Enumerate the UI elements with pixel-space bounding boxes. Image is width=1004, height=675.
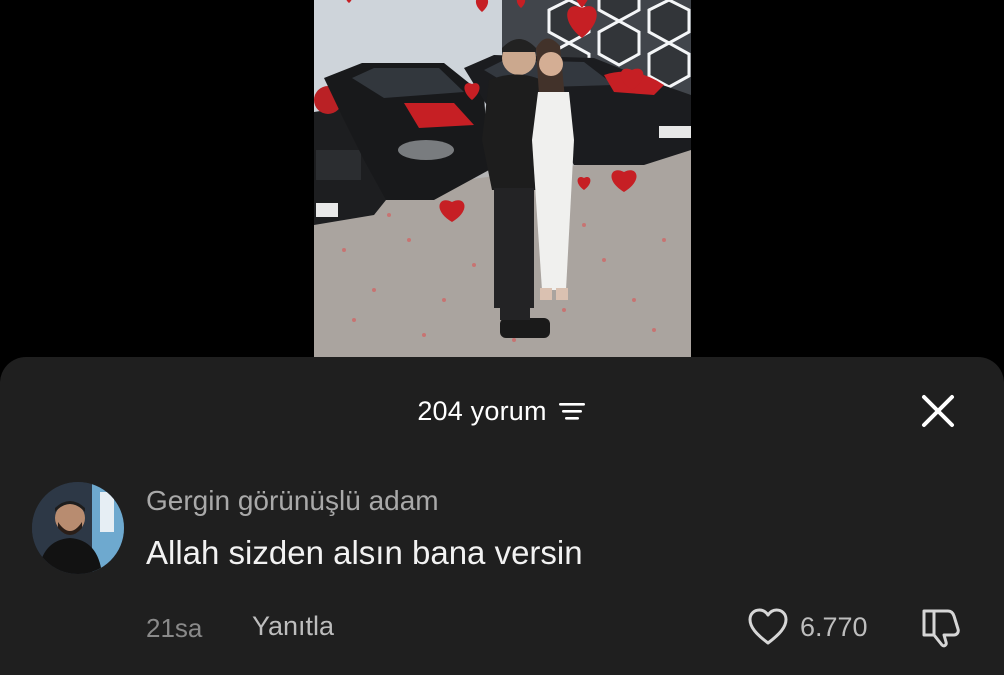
reply-button[interactable]: Yanıtla <box>252 611 334 642</box>
avatar[interactable] <box>32 482 124 574</box>
like-count: 6.770 <box>800 611 868 642</box>
like-button[interactable]: 6.770 <box>746 605 868 649</box>
comment-count-title: 204 yorum <box>417 395 547 426</box>
video-area[interactable] <box>0 0 1004 370</box>
close-x-icon <box>922 395 954 427</box>
comment-item: Gergin görünüşlü adam Allah sizden alsın… <box>0 479 1004 659</box>
comments-sheet: 204 yorum Gergin görünüşlü adam Allah si… <box>0 357 1004 675</box>
dislike-button[interactable] <box>918 605 964 649</box>
comment-timestamp: 21sa <box>146 613 203 643</box>
heart-outline-icon <box>748 608 788 645</box>
avatar-image <box>32 482 124 574</box>
filter-lines-icon[interactable] <box>557 400 587 422</box>
comment-text: Allah sizden alsın bana versin <box>146 534 583 571</box>
thumbs-down-icon <box>922 609 960 648</box>
comment-author[interactable]: Gergin görünüşlü adam <box>146 485 439 517</box>
close-button[interactable] <box>918 391 958 431</box>
comments-header: 204 yorum <box>0 391 1004 431</box>
video-scene-image <box>314 0 691 357</box>
video-thumbnail[interactable] <box>314 0 691 357</box>
